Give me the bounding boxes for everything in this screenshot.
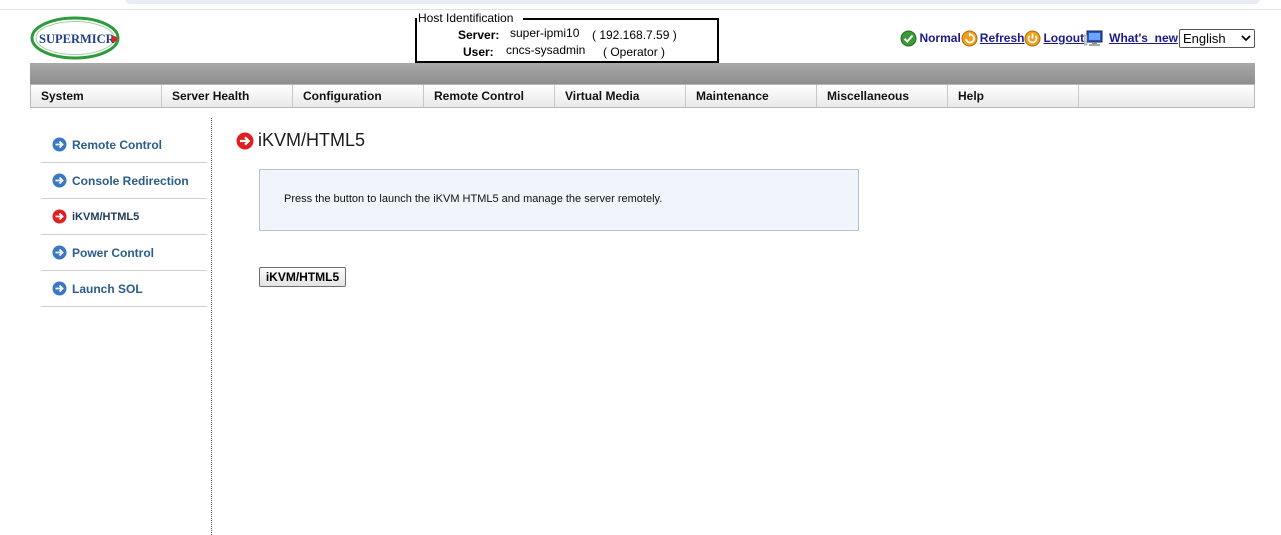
logo-wordmark: SUPERMICR [39, 32, 116, 46]
refresh-icon[interactable] [961, 30, 978, 47]
logout-icon[interactable] [1024, 30, 1041, 47]
arrow-right-active-icon [52, 209, 67, 224]
arrow-right-icon [52, 245, 67, 260]
host-identification-title: Host Identification [418, 11, 515, 25]
sidebar-item-label: iKVM/HTML5 [72, 210, 140, 223]
logout-link[interactable]: Logout [1043, 31, 1084, 45]
browser-address-strip [0, 0, 1281, 10]
sidebar-item-label: Launch SOL [72, 281, 143, 296]
check-circle-icon [900, 30, 917, 46]
user-role: ( Operator ) [603, 45, 666, 59]
info-panel: Press the button to launch the iKVM HTML… [259, 169, 859, 231]
arrow-right-icon [52, 173, 67, 188]
info-text: Press the button to launch the iKVM HTML… [284, 193, 663, 205]
launch-ikvm-html5-button[interactable]: iKVM/HTML5 [259, 267, 346, 287]
supermicro-logo: SUPERMICR [30, 14, 120, 62]
server-label: Server: [458, 28, 500, 42]
page-title: iKVM/HTML5 [258, 130, 366, 150]
health-status-label: Normal [919, 31, 961, 45]
menu-help[interactable]: Help [948, 85, 1079, 107]
header-band [30, 63, 1255, 84]
server-ip: ( 192.168.7.59 ) [592, 28, 677, 42]
server-row: Server: [458, 28, 499, 42]
arrow-right-title-icon [236, 132, 254, 149]
server-name: super-ipmi10 [510, 26, 580, 40]
user-name: cncs-sysadmin [506, 43, 586, 57]
sidebar-item-launch-sol[interactable]: Launch SOL [41, 271, 207, 307]
menu-miscellaneous[interactable]: Miscellaneous [817, 85, 948, 107]
arrow-right-icon [52, 281, 67, 296]
sidebar-item-ikvm-html5[interactable]: iKVM/HTML5 [41, 199, 207, 235]
browser-address-pill[interactable] [125, 0, 1260, 4]
whats-new-link[interactable]: What's_new [1109, 31, 1178, 45]
page-header: iKVM/HTML5 [236, 130, 365, 151]
browser-divider [0, 9, 1281, 10]
menu-virtual-media[interactable]: Virtual Media [555, 85, 686, 107]
language-select[interactable]: English [1179, 28, 1255, 48]
sidebar-divider [211, 118, 212, 535]
arrow-right-icon [52, 137, 67, 152]
sidebar-nav: Remote Control Console Redirection iKVM/… [41, 127, 207, 307]
refresh-link[interactable]: Refresh [980, 31, 1025, 45]
menu-remote-control[interactable]: Remote Control [424, 85, 555, 107]
sidebar-item-label: Power Control [72, 245, 155, 260]
sidebar-item-power-control[interactable]: Power Control [41, 235, 207, 271]
sidebar-item-console-redirection[interactable]: Console Redirection [41, 163, 207, 199]
main-menu-bar: System Server Health Configuration Remot… [30, 84, 1255, 108]
monitor-icon[interactable] [1084, 30, 1104, 47]
status-toolbar: Normal Refresh Logout What's_new English [900, 28, 1255, 48]
supermicro-logo-graphic: SUPERMICR [30, 16, 120, 60]
user-label: User: [463, 45, 494, 59]
sidebar-item-label: Console Redirection [72, 173, 189, 188]
sidebar-item-remote-control[interactable]: Remote Control [41, 127, 207, 163]
chevron-down-icon [1241, 35, 1251, 42]
menu-filler [1079, 85, 1254, 107]
user-row: User: [463, 45, 494, 59]
menu-maintenance[interactable]: Maintenance [686, 85, 817, 107]
language-select-value: English [1183, 30, 1226, 46]
menu-configuration[interactable]: Configuration [293, 85, 424, 107]
menu-server-health[interactable]: Server Health [162, 85, 293, 107]
menu-system[interactable]: System [31, 85, 162, 107]
sidebar-item-label: Remote Control [72, 137, 162, 152]
